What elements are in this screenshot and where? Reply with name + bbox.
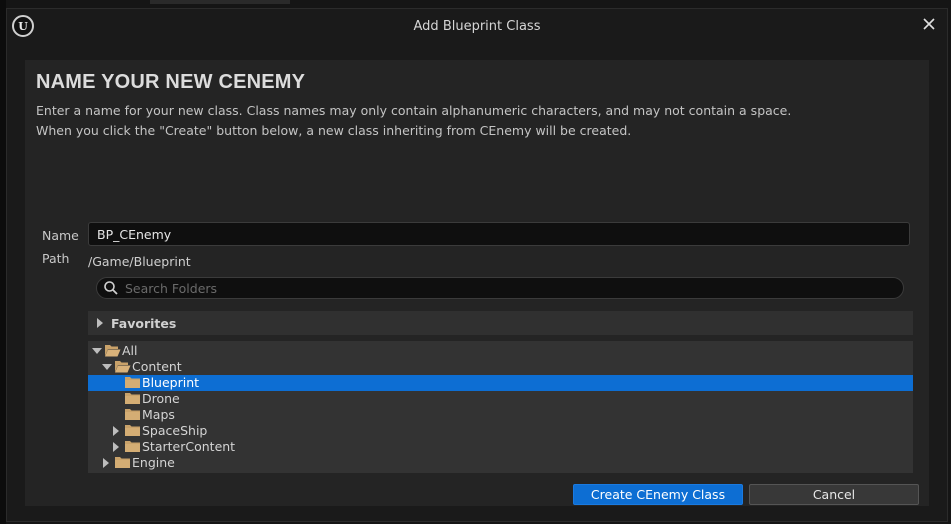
page-title: NAME YOUR NEW CENEMY [36, 71, 306, 93]
folder-tree: All Content Blueprint Drone Maps SpaceShip Sta… [88, 341, 913, 473]
favorites-label: Favorites [111, 316, 177, 331]
folder-tree-item[interactable]: All [88, 343, 913, 359]
name-label: Name [42, 228, 79, 243]
class-name-input[interactable] [88, 222, 910, 246]
cancel-button[interactable]: Cancel [749, 484, 919, 505]
search-folders-box[interactable] [96, 277, 904, 299]
folder-tree-item[interactable]: Content [88, 359, 913, 375]
folder-tree-item-label: Drone [142, 391, 180, 406]
path-label: Path [42, 251, 70, 266]
path-value: /Game/Blueprint [88, 254, 191, 269]
folder-tree-item-label: Blueprint [142, 375, 200, 390]
close-icon [923, 18, 935, 30]
chevron-right-icon[interactable] [113, 442, 119, 452]
folder-tree-item-label: Content [132, 359, 182, 374]
search-folders-input[interactable] [125, 278, 885, 298]
folder-tree-item-label: All [122, 343, 138, 358]
folder-icon [125, 409, 140, 420]
folder-icon [125, 377, 140, 388]
folder-tree-item-label: StarterContent [142, 439, 236, 454]
description-line-1: Enter a name for your new class. Class n… [36, 103, 792, 118]
folder-icon [125, 441, 140, 452]
folder-tree-item[interactable]: Engine [88, 455, 913, 471]
description-line-2: When you click the "Create" button below… [36, 123, 632, 138]
search-icon [104, 281, 118, 295]
folder-tree-item[interactable]: Maps [88, 407, 913, 423]
close-button[interactable] [919, 13, 939, 35]
folder-icon [125, 425, 140, 436]
dialog-title: Add Blueprint Class [413, 19, 541, 34]
chevron-right-icon [97, 318, 103, 328]
add-blueprint-class-dialog: U Add Blueprint Class NAME YOUR NEW CENE… [6, 8, 948, 522]
favorites-header[interactable]: Favorites [88, 311, 913, 335]
folder-icon [115, 457, 130, 468]
folder-tree-item-label: Maps [142, 407, 175, 422]
open-folder-icon [105, 345, 121, 357]
chevron-right-icon[interactable] [113, 426, 119, 436]
folder-tree-item[interactable]: Drone [88, 391, 913, 407]
folder-tree-item-label: SpaceShip [142, 423, 208, 438]
dialog-content-panel: NAME YOUR NEW CENEMY Enter a name for yo… [25, 60, 929, 506]
folder-tree-item[interactable]: SpaceShip [88, 423, 913, 439]
chevron-right-icon[interactable] [103, 458, 109, 468]
chevron-down-icon[interactable] [102, 364, 112, 370]
open-folder-icon [115, 361, 131, 373]
create-class-button[interactable]: Create CEnemy Class [573, 484, 743, 505]
folder-tree-item[interactable]: Blueprint [88, 375, 913, 391]
chevron-down-icon[interactable] [92, 348, 102, 354]
folder-icon [125, 393, 140, 404]
background-editor-strip [150, 0, 290, 4]
folder-tree-item[interactable]: StarterContent [88, 439, 913, 455]
dialog-titlebar: U Add Blueprint Class [7, 9, 947, 45]
folder-tree-item-label: Engine [132, 455, 175, 470]
